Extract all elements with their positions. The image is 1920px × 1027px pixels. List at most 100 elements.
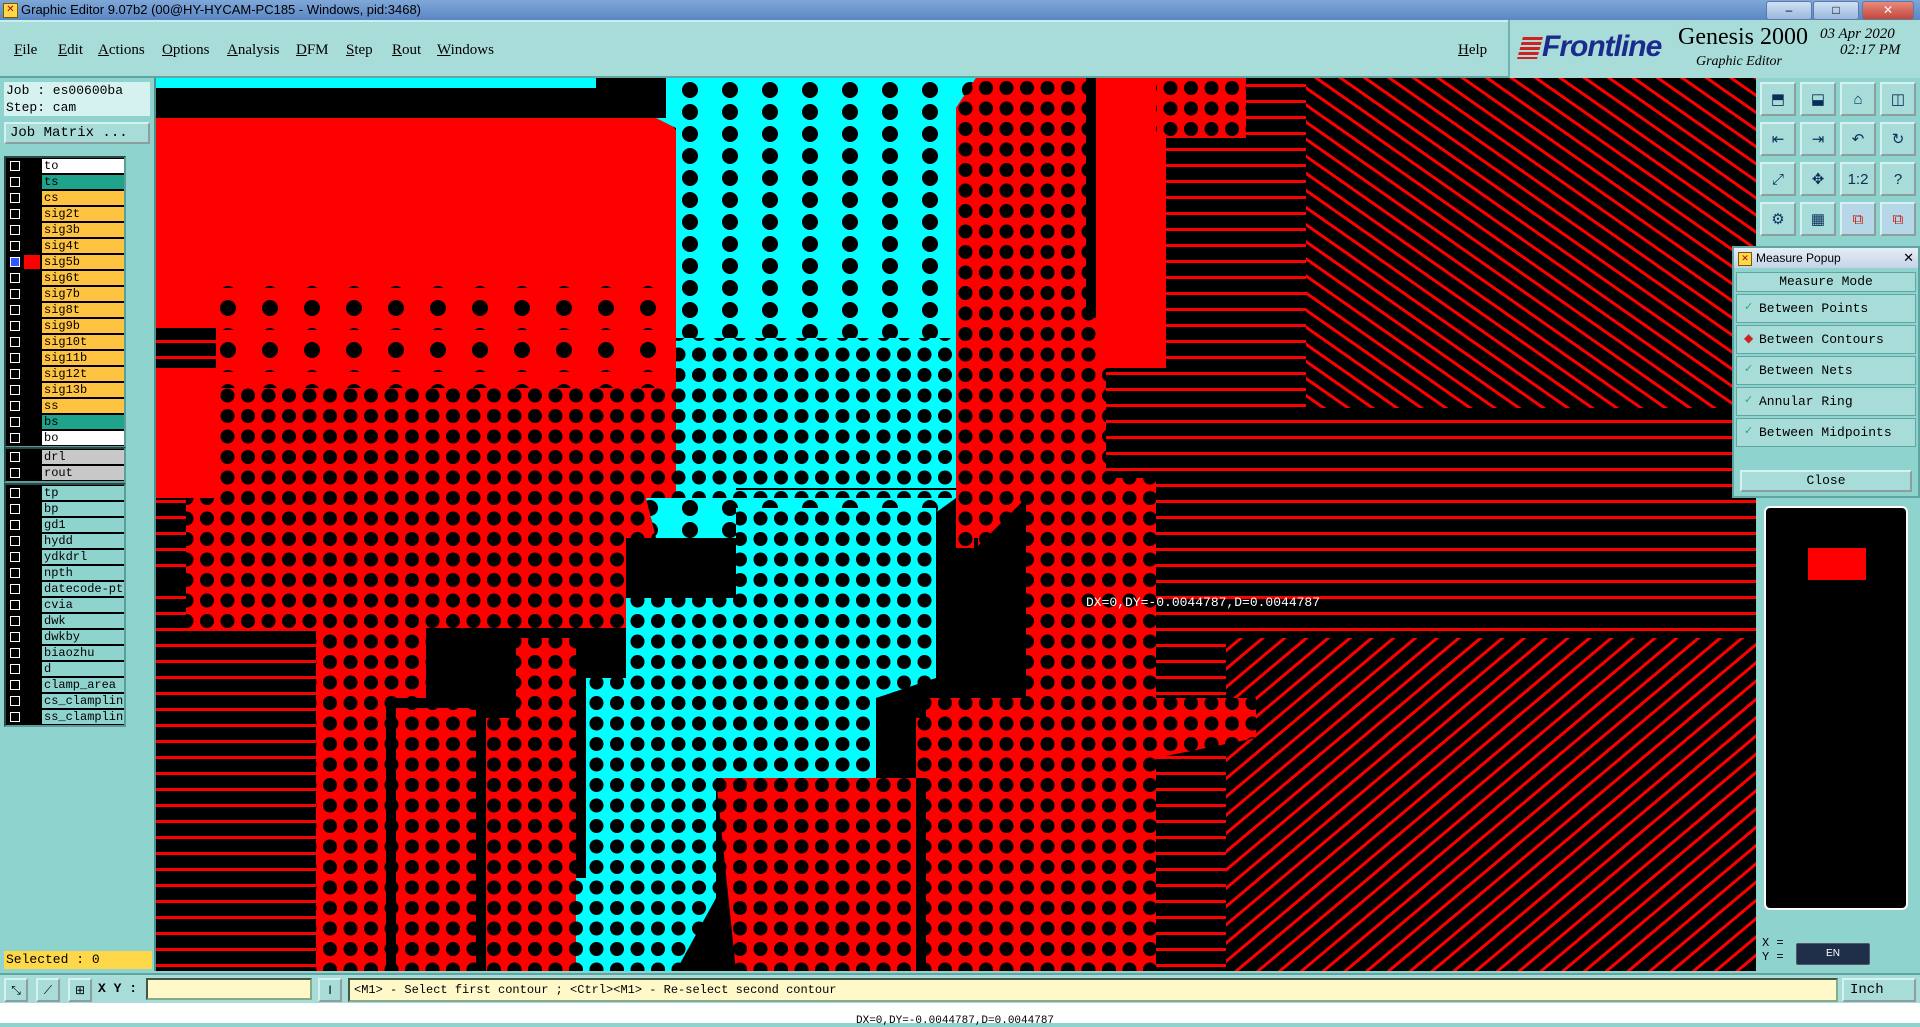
window-icon[interactable]: ◫ bbox=[1880, 82, 1916, 116]
layer-row[interactable]: sig12t bbox=[6, 366, 124, 382]
layer-row[interactable]: sig11b bbox=[6, 350, 124, 366]
layer-color-swatch[interactable] bbox=[24, 518, 40, 532]
menu-analysis[interactable]: Analysis bbox=[227, 42, 280, 59]
menu-step[interactable]: Step bbox=[346, 42, 373, 59]
layer-color-swatch[interactable] bbox=[24, 335, 40, 349]
layer-color-swatch[interactable] bbox=[24, 466, 40, 480]
ime-indicator[interactable]: EN bbox=[1796, 943, 1870, 965]
layer-name[interactable]: sig9b bbox=[42, 319, 124, 333]
pan-right-icon[interactable]: ⇥ bbox=[1800, 122, 1836, 156]
help-icon[interactable]: ? bbox=[1880, 162, 1916, 196]
layer-color-swatch[interactable] bbox=[24, 415, 40, 429]
layers-red-icon[interactable]: ⧉ bbox=[1840, 202, 1876, 236]
snap-icon[interactable]: ⚙ bbox=[1760, 202, 1796, 236]
layer-row[interactable]: bs bbox=[6, 414, 124, 430]
select-tool-icon[interactable]: ⤡ bbox=[4, 978, 28, 1002]
layer-row[interactable]: sig8t bbox=[6, 302, 124, 318]
layer-checkbox[interactable] bbox=[10, 632, 20, 642]
ratio-icon[interactable]: 1:2 bbox=[1840, 162, 1876, 196]
zoom-back-icon[interactable]: ⬓ bbox=[1800, 82, 1836, 116]
layer-checkbox[interactable] bbox=[10, 353, 20, 363]
layer-name[interactable]: cs bbox=[42, 191, 124, 205]
layer-checkbox[interactable] bbox=[10, 209, 20, 219]
menu-actions[interactable]: Actions bbox=[98, 42, 145, 59]
layer-color-swatch[interactable] bbox=[24, 223, 40, 237]
layer-checkbox[interactable] bbox=[10, 568, 20, 578]
undo-icon[interactable]: ↶ bbox=[1840, 122, 1876, 156]
layer-name[interactable]: cs_clamplin bbox=[42, 694, 124, 708]
layer-color-swatch[interactable] bbox=[24, 175, 40, 189]
layer-checkbox[interactable] bbox=[10, 552, 20, 562]
layer-color-swatch[interactable] bbox=[24, 566, 40, 580]
layer-color-swatch[interactable] bbox=[24, 450, 40, 464]
layer-color-swatch[interactable] bbox=[24, 550, 40, 564]
layer-row[interactable]: sig9b bbox=[6, 318, 124, 334]
layer-checkbox[interactable] bbox=[10, 337, 20, 347]
layer-color-swatch[interactable] bbox=[24, 287, 40, 301]
measure-mode-option[interactable]: ✓ Annular Ring bbox=[1736, 387, 1916, 416]
menu-windows[interactable]: Windows bbox=[437, 42, 494, 59]
layer-checkbox[interactable] bbox=[10, 712, 20, 722]
layer-name[interactable]: sig7b bbox=[42, 287, 124, 301]
grid-icon[interactable]: ▦ bbox=[1800, 202, 1836, 236]
menu-file[interactable]: File bbox=[14, 42, 37, 59]
layer-name[interactable]: sig13b bbox=[42, 383, 124, 397]
menu-edit[interactable]: Edit bbox=[58, 42, 83, 59]
layer-row[interactable]: sig3b bbox=[6, 222, 124, 238]
layer-name[interactable]: drl bbox=[42, 450, 124, 464]
layer-checkbox[interactable] bbox=[10, 648, 20, 658]
layer-color-swatch[interactable] bbox=[24, 191, 40, 205]
layer-color-swatch[interactable] bbox=[24, 630, 40, 644]
layer-name[interactable]: sig4t bbox=[42, 239, 124, 253]
layer-name[interactable]: cvia bbox=[42, 598, 124, 612]
fit-screen-icon[interactable]: ⤢ bbox=[1760, 162, 1796, 196]
layer-row[interactable]: d bbox=[6, 661, 124, 677]
layer-checkbox[interactable] bbox=[10, 452, 20, 462]
minimize-button[interactable]: – bbox=[1766, 1, 1812, 20]
graphic-canvas[interactable]: DX=0,DY=-0.0044787,D=0.0044787 bbox=[156, 78, 1756, 971]
layer-row[interactable]: tp bbox=[6, 485, 124, 501]
measure-tool-icon[interactable]: ⟋ bbox=[36, 978, 60, 1002]
popup-close-button[interactable]: Close bbox=[1740, 470, 1912, 492]
unit-selector[interactable]: Inch bbox=[1842, 978, 1916, 1002]
layer-name[interactable]: dwkby bbox=[42, 630, 124, 644]
layer-name[interactable]: sig11b bbox=[42, 351, 124, 365]
layer-color-swatch[interactable] bbox=[24, 255, 40, 269]
layer-checkbox[interactable] bbox=[10, 468, 20, 478]
layer-color-swatch[interactable] bbox=[24, 319, 40, 333]
layer-name[interactable]: hydd bbox=[42, 534, 124, 548]
layer-color-swatch[interactable] bbox=[24, 207, 40, 221]
layer-name[interactable]: ss bbox=[42, 399, 124, 413]
layer-name[interactable]: sig2t bbox=[42, 207, 124, 221]
layer-color-swatch[interactable] bbox=[24, 271, 40, 285]
layer-name[interactable]: ss_clamplin bbox=[42, 710, 124, 724]
layer-name[interactable]: gd1 bbox=[42, 518, 124, 532]
layer-name[interactable]: sig5b bbox=[42, 255, 124, 269]
layer-row[interactable]: ts bbox=[6, 174, 124, 190]
home-icon[interactable]: ⌂ bbox=[1840, 82, 1876, 116]
layer-color-swatch[interactable] bbox=[24, 678, 40, 692]
layer-checkbox[interactable] bbox=[10, 488, 20, 498]
layer-row[interactable]: sig10t bbox=[6, 334, 124, 350]
layer-checkbox[interactable] bbox=[10, 536, 20, 546]
layer-checkbox[interactable] bbox=[10, 257, 20, 267]
layer-name[interactable]: clamp_area bbox=[42, 678, 124, 692]
layer-row[interactable]: rout bbox=[6, 465, 124, 481]
layer-row[interactable]: sig5b bbox=[6, 254, 124, 270]
layer-row[interactable]: bp bbox=[6, 501, 124, 517]
layer-name[interactable]: to bbox=[42, 159, 124, 173]
layer-checkbox[interactable] bbox=[10, 161, 20, 171]
layer-checkbox[interactable] bbox=[10, 520, 20, 530]
layer-color-swatch[interactable] bbox=[24, 614, 40, 628]
measure-mode-option[interactable]: ◆ Between Contours bbox=[1736, 325, 1916, 354]
layer-row[interactable]: sig7b bbox=[6, 286, 124, 302]
layer-color-swatch[interactable] bbox=[24, 502, 40, 516]
zoom-home-icon[interactable]: ⬒ bbox=[1760, 82, 1796, 116]
layer-color-swatch[interactable] bbox=[24, 351, 40, 365]
layer-row[interactable]: gd1 bbox=[6, 517, 124, 533]
pan-left-icon[interactable]: ⇤ bbox=[1760, 122, 1796, 156]
layer-color-swatch[interactable] bbox=[24, 367, 40, 381]
layer-checkbox[interactable] bbox=[10, 193, 20, 203]
layer-checkbox[interactable] bbox=[10, 241, 20, 251]
layer-name[interactable]: datecode-pt bbox=[42, 582, 124, 596]
